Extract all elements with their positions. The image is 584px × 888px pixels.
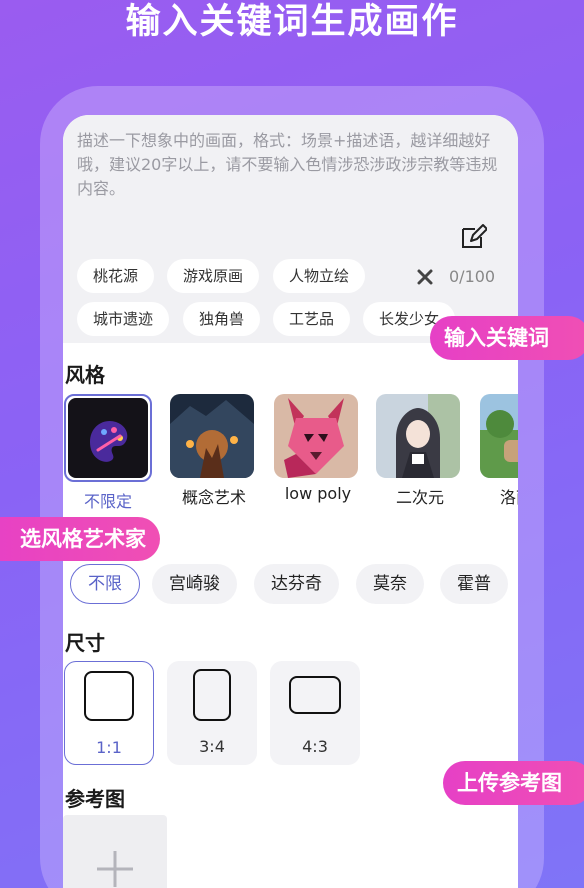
plus-icon xyxy=(97,851,133,887)
size-label: 1:1 xyxy=(96,738,122,757)
keyword-chip[interactable]: 工艺品 xyxy=(273,302,351,336)
palette-icon xyxy=(68,398,148,478)
artist-chip-unlimited[interactable]: 不限 xyxy=(70,564,140,604)
callout-keywords: 输入关键词 xyxy=(430,316,584,360)
size-label: 4:3 xyxy=(302,737,328,756)
style-option-low-poly[interactable]: low poly xyxy=(274,394,362,503)
style-thumb xyxy=(170,394,254,478)
keyword-chip[interactable]: 独角兽 xyxy=(183,302,261,336)
size-option-3-4[interactable]: 3:4 xyxy=(167,661,257,765)
upload-reference-button[interactable] xyxy=(63,815,167,888)
prompt-placeholder[interactable]: 描述一下想象中的画面，格式：场景+描述语，越详细越好哦，建议20字以上，请不要输… xyxy=(77,129,507,201)
reference-section-title: 参考图 xyxy=(65,787,125,811)
keyword-chip[interactable]: 人物立绘 xyxy=(273,259,366,293)
concept-art-image xyxy=(170,394,254,478)
keyword-chip[interactable]: 游戏原画 xyxy=(167,259,260,293)
style-label: 概念艺术 xyxy=(181,488,246,507)
style-label: 二次元 xyxy=(395,488,444,507)
keyword-chip[interactable]: 城市遗迹 xyxy=(77,302,170,336)
callout-style-artist: 选风格艺术家 xyxy=(0,517,160,561)
headline: 输入关键词生成画作 xyxy=(125,2,459,42)
square-shape-icon xyxy=(84,671,134,721)
style-option-anime[interactable]: 二次元 xyxy=(376,394,464,508)
artist-chip[interactable]: 达芬奇 xyxy=(254,564,339,604)
prompt-input-area[interactable]: 描述一下想象中的画面，格式：场景+描述语，越详细越好哦，建议20字以上，请不要输… xyxy=(63,115,518,343)
style-section-title: 风格 xyxy=(65,363,105,387)
style-thumb xyxy=(64,394,152,482)
lolita-image xyxy=(480,394,518,478)
callout-upload: 上传参考图 xyxy=(443,761,584,805)
size-section-title: 尺寸 xyxy=(65,631,105,655)
clear-icon[interactable] xyxy=(413,265,437,289)
portrait-shape-icon xyxy=(193,669,231,721)
style-thumb xyxy=(274,394,358,478)
keyword-chip[interactable]: 桃花源 xyxy=(77,259,155,293)
style-option-unlimited[interactable]: 不限定 xyxy=(64,394,152,512)
style-option-concept-art[interactable]: 概念艺术 xyxy=(170,394,258,508)
artist-chip[interactable]: 宫崎骏 xyxy=(152,564,237,604)
style-label: low poly xyxy=(284,484,352,503)
size-option-4-3[interactable]: 4:3 xyxy=(270,661,360,765)
style-option-lolita[interactable]: 洛丽塔 xyxy=(480,394,518,508)
artist-chip[interactable]: 莫奈 xyxy=(356,564,424,604)
edit-icon[interactable] xyxy=(459,223,487,251)
style-label: 不限定 xyxy=(83,492,132,511)
size-option-1-1[interactable]: 1:1 xyxy=(64,661,154,765)
style-thumb xyxy=(480,394,518,478)
landscape-shape-icon xyxy=(289,676,341,714)
low-poly-image xyxy=(274,394,358,478)
artist-chip[interactable]: 霍普 xyxy=(440,564,508,604)
size-label: 3:4 xyxy=(199,737,225,756)
anime-image xyxy=(376,394,460,478)
style-label: 洛丽塔 xyxy=(499,488,518,507)
char-counter: 0/100 xyxy=(449,267,496,286)
style-thumb xyxy=(376,394,460,478)
